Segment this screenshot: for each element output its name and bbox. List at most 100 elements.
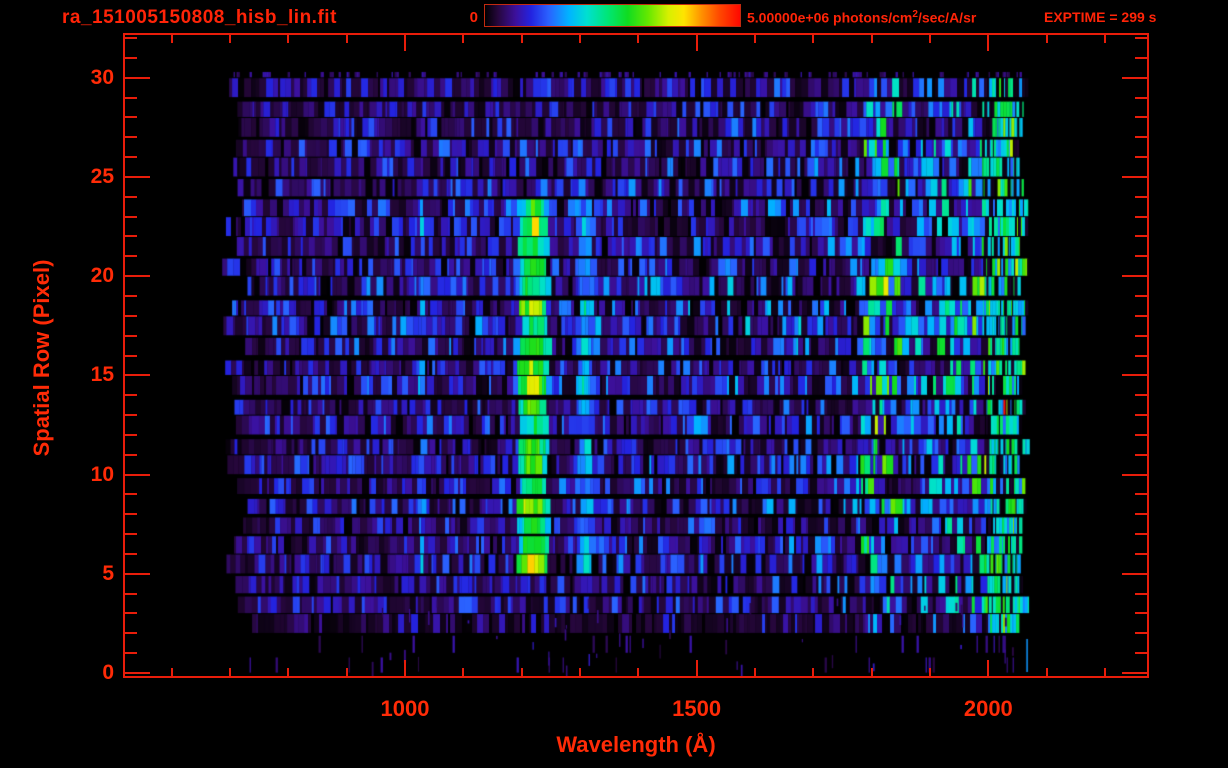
axis-tick xyxy=(125,136,137,139)
axis-tick xyxy=(695,35,698,51)
axis-tick xyxy=(1135,493,1147,496)
axis-tick xyxy=(125,215,137,218)
file-title: ra_151005150808_hisb_lin.fit xyxy=(62,7,337,28)
axis-tick xyxy=(1135,36,1147,39)
axis-tick xyxy=(987,35,990,51)
axis-tick xyxy=(1104,668,1106,676)
axis-tick xyxy=(1135,294,1147,297)
axis-tick xyxy=(637,35,640,43)
axis-tick xyxy=(1122,374,1147,377)
axis-tick xyxy=(520,35,523,43)
axis-tick xyxy=(812,668,815,676)
axis-tick xyxy=(520,668,523,676)
axis-tick xyxy=(1135,414,1147,417)
y-tick-label: 5 xyxy=(102,561,114,585)
axis-tick xyxy=(229,35,231,43)
axis-tick xyxy=(1135,96,1147,99)
axis-tick xyxy=(170,35,173,43)
axis-tick xyxy=(125,195,137,198)
axis-tick xyxy=(125,255,137,258)
axis-tick xyxy=(579,668,581,676)
axis-tick xyxy=(125,394,137,397)
exptime-label: EXPTIME = 299 s xyxy=(1044,9,1157,25)
axis-tick xyxy=(125,612,137,615)
axis-tick xyxy=(125,96,137,99)
axis-tick xyxy=(987,660,990,676)
y-tick-label: 0 xyxy=(102,661,114,685)
axis-tick xyxy=(1135,136,1147,139)
axis-tick xyxy=(125,275,150,278)
spectrogram-image xyxy=(125,35,1147,676)
axis-tick xyxy=(125,473,150,476)
axis-tick xyxy=(404,660,406,676)
axis-tick xyxy=(345,668,348,676)
axis-tick xyxy=(1122,275,1147,278)
axis-tick xyxy=(1135,255,1147,258)
axis-tick xyxy=(1135,195,1147,198)
axis-tick xyxy=(1135,632,1147,635)
axis-tick xyxy=(125,175,150,178)
axis-tick xyxy=(1135,433,1147,436)
x-tick-label: 1500 xyxy=(672,696,722,721)
y-axis-title: Spatial Row (Pixel) xyxy=(29,259,54,457)
axis-tick xyxy=(125,572,150,575)
axis-tick xyxy=(1135,652,1147,655)
y-tick-label: 25 xyxy=(90,164,114,188)
x-tick-label: 1000 xyxy=(380,696,430,721)
axis-tick xyxy=(125,652,137,655)
axis-tick xyxy=(125,56,137,59)
axis-tick xyxy=(125,453,137,456)
axis-tick xyxy=(125,414,137,417)
axis-tick xyxy=(1104,35,1106,43)
axis-tick xyxy=(125,493,137,496)
axis-tick xyxy=(579,35,581,43)
axis-tick xyxy=(1135,533,1147,536)
axis-tick xyxy=(125,334,137,337)
colorbar-min-label: 0 xyxy=(469,9,478,26)
axis-tick xyxy=(812,35,815,43)
axis-tick xyxy=(125,116,137,119)
axis-tick xyxy=(462,35,465,43)
axis-tick xyxy=(1135,612,1147,615)
axis-tick xyxy=(125,533,137,536)
axis-tick xyxy=(125,552,137,555)
y-tick-label: 15 xyxy=(90,363,114,387)
axis-tick xyxy=(870,35,873,43)
axis-tick xyxy=(125,354,137,357)
axis-tick xyxy=(287,668,290,676)
axis-tick xyxy=(125,36,137,39)
axis-tick xyxy=(125,294,137,297)
axis-tick xyxy=(1135,453,1147,456)
axis-tick xyxy=(1135,56,1147,59)
axis-tick xyxy=(345,35,348,43)
colorbar-max-units: /sec/A/sr xyxy=(917,9,977,26)
axis-tick xyxy=(170,668,173,676)
axis-tick xyxy=(929,35,931,43)
colorbar-max-text: 5.00000e+06 photons/cm xyxy=(747,9,913,26)
colorbar-max-label: 5.00000e+06 photons/cm2/sec/A/sr xyxy=(747,9,976,26)
axis-tick xyxy=(125,156,137,159)
axis-tick xyxy=(637,668,640,676)
x-tick-label: 2000 xyxy=(963,696,1013,721)
axis-tick xyxy=(1135,215,1147,218)
axis-tick xyxy=(229,668,231,676)
plot-frame xyxy=(123,33,1149,678)
axis-tick xyxy=(125,76,150,79)
plot-window: ra_151005150808_hisb_lin.fit 0 5.00000e+… xyxy=(0,0,1228,768)
axis-tick xyxy=(929,668,931,676)
axis-tick xyxy=(1045,35,1048,43)
y-tick-label: 20 xyxy=(90,264,114,288)
axis-tick xyxy=(870,668,873,676)
axis-tick xyxy=(695,660,698,676)
axis-tick xyxy=(125,374,150,377)
axis-tick xyxy=(1135,116,1147,119)
axis-tick xyxy=(1135,394,1147,397)
axis-tick xyxy=(754,668,756,676)
axis-tick xyxy=(1122,473,1147,476)
axis-tick xyxy=(1135,235,1147,238)
axis-tick xyxy=(125,632,137,635)
axis-tick xyxy=(1135,314,1147,317)
axis-tick xyxy=(1122,572,1147,575)
axis-tick xyxy=(125,672,150,675)
axis-tick xyxy=(1135,156,1147,159)
